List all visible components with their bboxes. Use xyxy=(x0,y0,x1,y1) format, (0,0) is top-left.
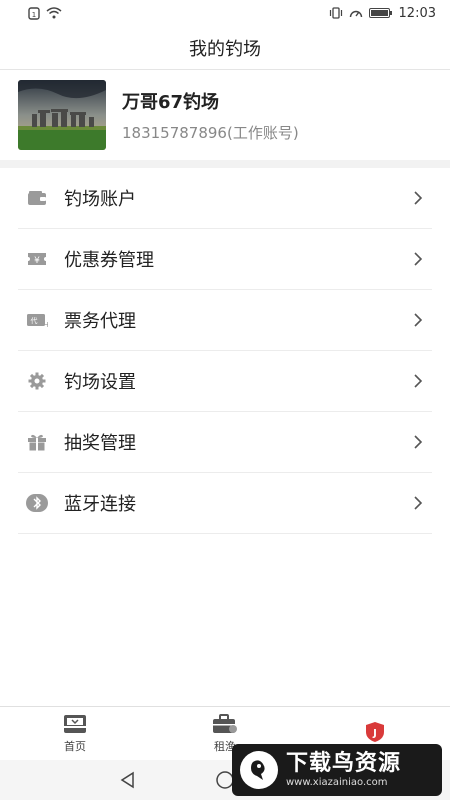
menu-label: 抽奖管理 xyxy=(64,433,136,454)
menu-label: 钓场设置 xyxy=(64,372,136,393)
stonehenge-image xyxy=(18,80,106,150)
chevron-right-icon xyxy=(408,493,428,513)
watermark-banner: 下载鸟资源 www.xiazainiao.com xyxy=(232,744,442,796)
status-time: 12:03 xyxy=(398,5,436,21)
gift-icon xyxy=(26,431,48,453)
home-inbox-icon xyxy=(64,714,86,733)
menu-item-lottery[interactable]: 抽奖管理 xyxy=(18,412,432,473)
bird-logo-icon xyxy=(240,751,278,789)
menu-item-ticket-agency[interactable]: 代 + 票务代理 xyxy=(18,290,432,351)
menu-item-bluetooth[interactable]: 蓝牙连接 xyxy=(18,473,432,534)
battery-icon xyxy=(368,8,392,18)
chevron-right-icon xyxy=(408,188,428,208)
bluetooth-icon xyxy=(26,492,48,514)
menu-list: 钓场账户 ¥ 优惠券管理 代 + 票务代理 钓场设置 抽奖管理 蓝牙连接 xyxy=(0,168,450,534)
menu-item-settings[interactable]: 钓场设置 xyxy=(18,351,432,412)
profile-phone: 18315787896(工作账号) xyxy=(122,123,299,142)
speed-icon xyxy=(349,10,362,18)
briefcase-icon xyxy=(213,713,237,733)
tab-label: 首页 xyxy=(64,739,86,753)
watermark-title: 下载鸟资源 xyxy=(286,751,402,777)
svg-text:+: + xyxy=(44,320,48,328)
status-bar: 1 12:03 xyxy=(0,0,450,26)
menu-item-account[interactable]: 钓场账户 xyxy=(18,168,432,229)
title-bar: 我的钓场 xyxy=(0,26,450,70)
chevron-right-icon xyxy=(408,249,428,269)
watermark-url: www.xiazainiao.com xyxy=(286,776,388,788)
sim-icon: 1 xyxy=(28,6,40,20)
shield-icon: J xyxy=(366,721,384,742)
svg-text:1: 1 xyxy=(32,11,36,19)
gear-icon xyxy=(26,370,48,392)
menu-label: 蓝牙连接 xyxy=(64,494,136,515)
menu-label: 优惠券管理 xyxy=(64,250,154,271)
chevron-right-icon xyxy=(408,371,428,391)
svg-text:¥: ¥ xyxy=(34,256,40,266)
svg-text:代: 代 xyxy=(31,316,38,325)
svg-text:J: J xyxy=(372,728,377,739)
wifi-icon xyxy=(46,7,62,19)
tab-home[interactable]: 首页 xyxy=(0,707,150,760)
ticket-icon: 代 + xyxy=(26,309,48,331)
chevron-right-icon xyxy=(408,310,428,330)
back-triangle-icon[interactable] xyxy=(118,770,138,790)
vibrate-icon xyxy=(329,7,342,19)
menu-label: 票务代理 xyxy=(64,311,136,332)
coupon-icon: ¥ xyxy=(26,248,48,270)
avatar xyxy=(18,80,106,150)
wallet-icon xyxy=(26,187,48,209)
menu-label: 钓场账户 xyxy=(64,189,136,210)
chevron-right-icon xyxy=(408,432,428,452)
page-title: 我的钓场 xyxy=(189,38,261,60)
section-divider xyxy=(0,160,450,168)
profile-card[interactable]: 万哥67钓场 18315787896(工作账号) xyxy=(0,70,450,160)
menu-item-coupons[interactable]: ¥ 优惠券管理 xyxy=(18,229,432,290)
profile-name: 万哥67钓场 xyxy=(122,91,220,113)
